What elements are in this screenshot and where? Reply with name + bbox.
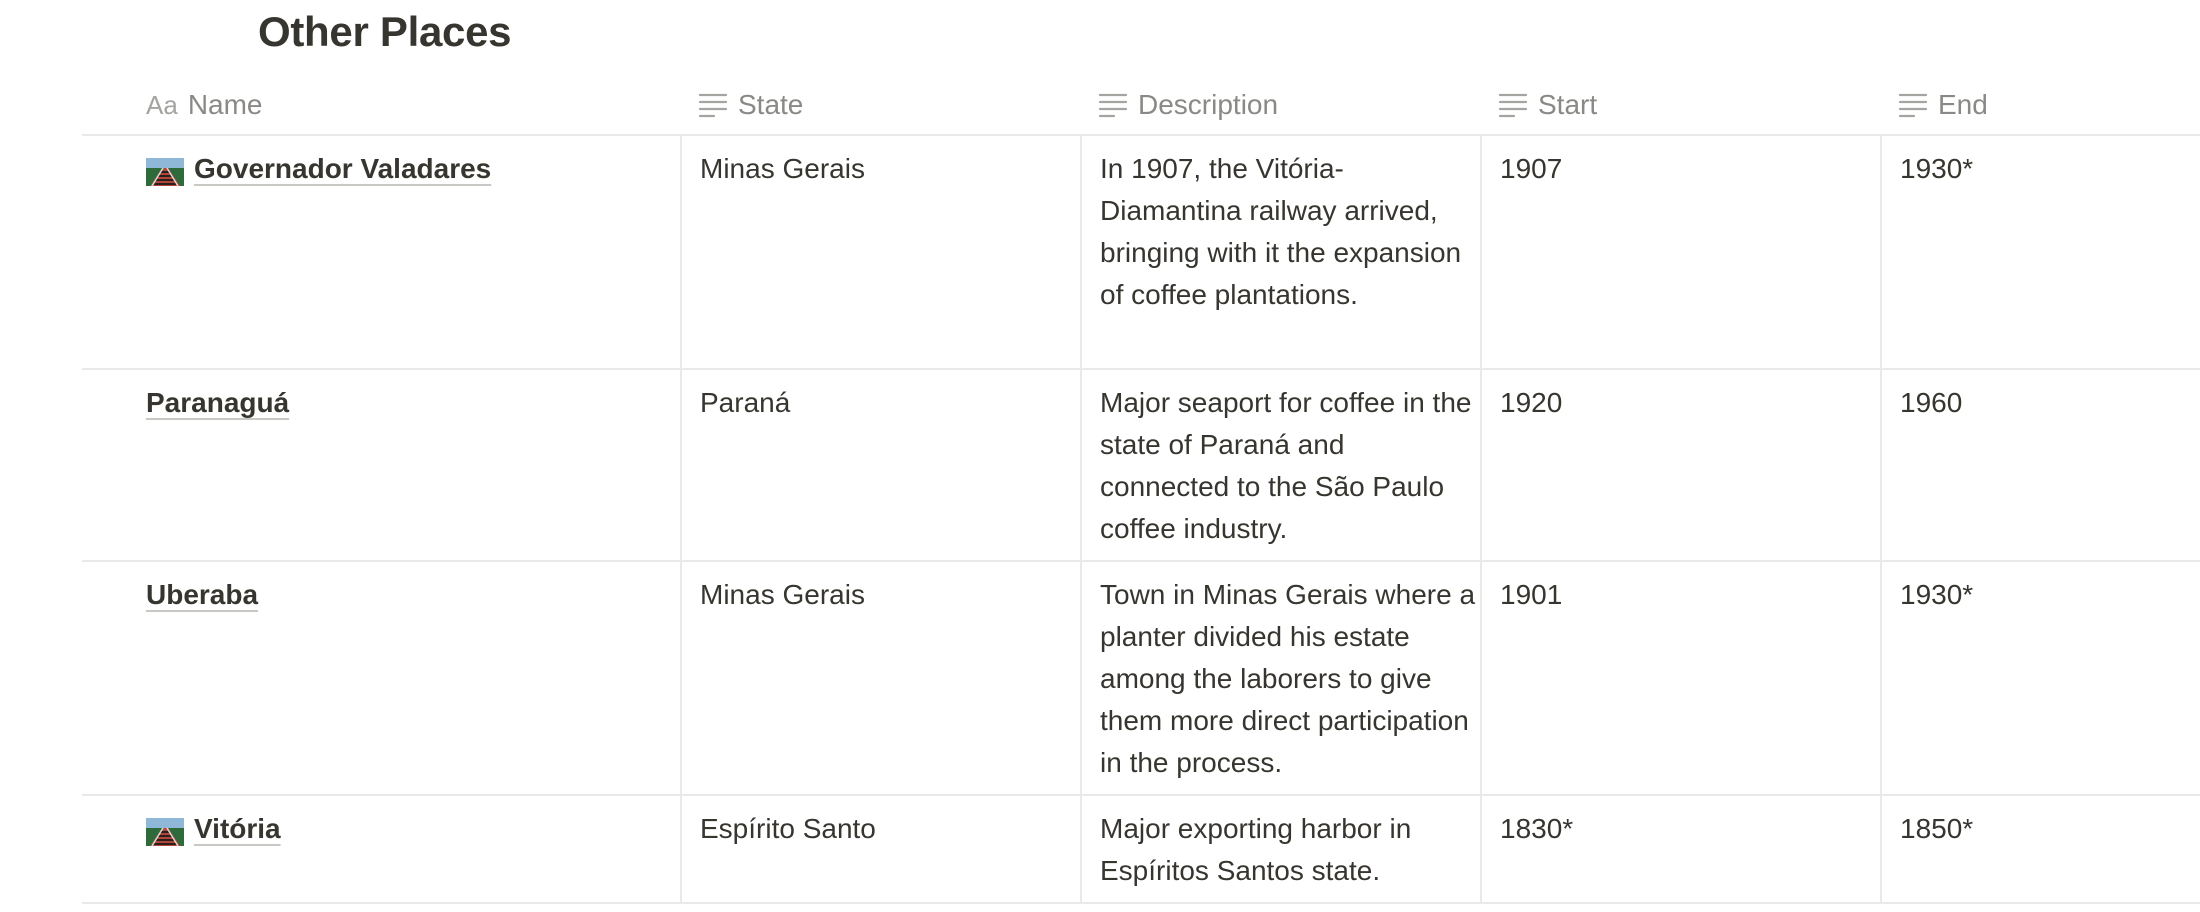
- text-property-icon: [1898, 92, 1928, 118]
- cell-state[interactable]: Paraná: [680, 370, 1080, 560]
- page-link[interactable]: Uberaba: [146, 574, 258, 616]
- table-row[interactable]: Vitória Espírito Santo Major exporting h…: [82, 796, 2200, 904]
- table-row[interactable]: Governador Valadares Minas Gerais In 190…: [82, 136, 2200, 370]
- cell-start[interactable]: 1830*: [1480, 796, 1880, 902]
- cell-end[interactable]: 1850*: [1880, 796, 2200, 902]
- cell-description[interactable]: In 1907, the Vitória-Diamantina railway …: [1080, 136, 1480, 368]
- cell-start[interactable]: 1907: [1480, 136, 1880, 368]
- cell-start[interactable]: 1901: [1480, 562, 1880, 794]
- column-header-label: Name: [187, 89, 263, 120]
- column-header-label: Start: [1538, 89, 1598, 120]
- text-property-icon: [1498, 92, 1528, 118]
- database-title[interactable]: Other Places: [258, 8, 512, 56]
- table-row[interactable]: Uberaba Minas Gerais Town in Minas Gerai…: [82, 562, 2200, 796]
- cell-name[interactable]: Uberaba: [82, 562, 680, 794]
- column-header-description[interactable]: Description: [1080, 76, 1480, 134]
- text-property-icon: [1098, 92, 1128, 118]
- table-row[interactable]: Paranaguá Paraná Major seaport for coffe…: [82, 370, 2200, 562]
- page-link[interactable]: Vitória: [194, 808, 281, 850]
- cell-end[interactable]: 1930*: [1880, 562, 2200, 794]
- cell-state[interactable]: Espírito Santo: [680, 796, 1080, 902]
- cell-description[interactable]: Major exporting harbor in Espíritos Sant…: [1080, 796, 1480, 902]
- cell-name[interactable]: Vitória: [82, 796, 680, 902]
- cell-name[interactable]: Paranaguá: [82, 370, 680, 560]
- cell-state[interactable]: Minas Gerais: [680, 136, 1080, 368]
- page-link[interactable]: Governador Valadares: [194, 148, 491, 190]
- railway-icon: [146, 816, 184, 847]
- cell-end[interactable]: 1960: [1880, 370, 2200, 560]
- database-page: Other Places Aa Name State Description S…: [0, 0, 2200, 912]
- cell-state[interactable]: Minas Gerais: [680, 562, 1080, 794]
- column-header-name[interactable]: Aa Name: [82, 76, 680, 134]
- column-header-start[interactable]: Start: [1480, 76, 1880, 134]
- text-property-icon: [698, 92, 728, 118]
- database-table: Aa Name State Description Start End Gove…: [82, 76, 2200, 904]
- cell-description[interactable]: Major seaport for coffee in the state of…: [1080, 370, 1480, 560]
- title-property-icon: Aa: [146, 89, 178, 120]
- cell-start[interactable]: 1920: [1480, 370, 1880, 560]
- cell-end[interactable]: 1930*: [1880, 136, 2200, 368]
- cell-name[interactable]: Governador Valadares: [82, 136, 680, 368]
- column-header-label: End: [1938, 89, 1988, 120]
- cell-description[interactable]: Town in Minas Gerais where a planter div…: [1080, 562, 1480, 794]
- page-link[interactable]: Paranaguá: [146, 382, 289, 424]
- railway-icon: [146, 156, 184, 187]
- column-header-end[interactable]: End: [1880, 76, 2200, 134]
- column-header-state[interactable]: State: [680, 76, 1080, 134]
- column-header-label: State: [738, 89, 804, 120]
- table-header: Aa Name State Description Start End: [82, 76, 2200, 136]
- column-header-label: Description: [1138, 89, 1279, 120]
